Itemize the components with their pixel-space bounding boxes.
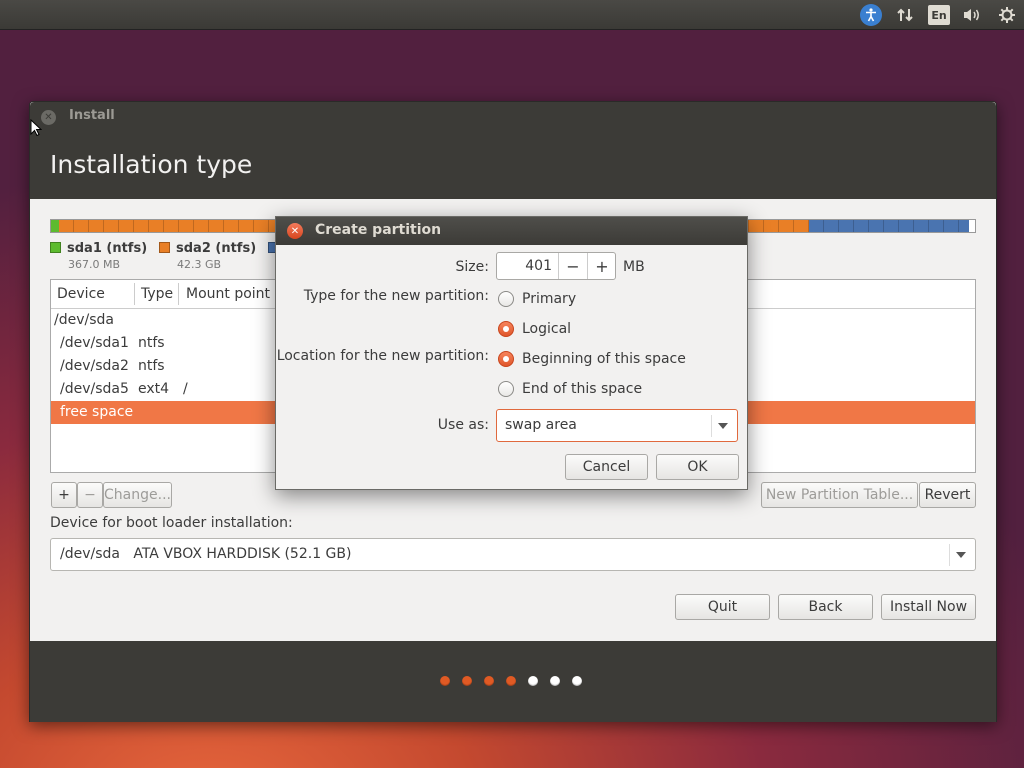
dialog-title: Create partition xyxy=(315,222,442,238)
type-logical-radio[interactable]: Logical xyxy=(498,321,571,337)
step-dot xyxy=(550,676,560,686)
dialog-header: ✕ Create partition xyxy=(276,217,747,245)
volume-icon[interactable] xyxy=(960,3,984,27)
size-stepper: 401 − + xyxy=(496,252,616,280)
chevron-down-icon xyxy=(956,552,966,558)
use-as-label: Use as: xyxy=(437,417,489,433)
use-as-select[interactable]: swap area xyxy=(496,409,738,442)
legend-item-sda1: sda1 (ntfs) 367.0 MB xyxy=(50,241,147,271)
bootloader-label: Device for boot loader installation: xyxy=(50,515,293,531)
step-dot xyxy=(484,676,494,686)
chevron-down-icon xyxy=(718,423,728,429)
cancel-button[interactable]: Cancel xyxy=(565,454,648,480)
location-beginning-radio[interactable]: Beginning of this space xyxy=(498,351,686,367)
keyboard-layout-indicator[interactable]: En xyxy=(928,5,950,25)
new-partition-table-button[interactable]: New Partition Table... xyxy=(761,482,918,508)
location-label: Location for the new partition: xyxy=(276,348,489,364)
network-icon[interactable] xyxy=(893,3,917,27)
step-dot xyxy=(572,676,582,686)
column-header-device[interactable]: Device xyxy=(57,286,105,302)
top-panel: En xyxy=(0,0,1024,30)
add-partition-button[interactable]: + xyxy=(51,482,77,508)
size-increase-button[interactable]: + xyxy=(587,253,616,279)
window-close-icon[interactable]: ✕ xyxy=(41,110,56,125)
step-dot xyxy=(462,676,472,686)
remove-partition-button[interactable]: − xyxy=(77,482,103,508)
step-dot xyxy=(528,676,538,686)
ok-button[interactable]: OK xyxy=(656,454,739,480)
size-input[interactable]: 401 xyxy=(497,258,552,274)
step-progress xyxy=(440,676,582,686)
window-header: ✕ Install Installation type xyxy=(30,102,996,199)
legend-item-sda2: sda2 (ntfs) 42.3 GB xyxy=(159,241,256,271)
create-partition-dialog: ✕ Create partition Size: 401 − + MB Type… xyxy=(275,216,748,490)
install-now-button[interactable]: Install Now xyxy=(881,594,976,620)
step-dot xyxy=(440,676,450,686)
partition-segment-sda5 xyxy=(809,220,969,232)
mouse-cursor-icon xyxy=(30,119,42,137)
revert-button[interactable]: Revert xyxy=(919,482,976,508)
size-unit: MB xyxy=(623,259,645,275)
gear-icon[interactable] xyxy=(995,3,1019,27)
type-primary-radio[interactable]: Primary xyxy=(498,291,576,307)
column-header-type[interactable]: Type xyxy=(141,286,173,302)
accessibility-icon[interactable] xyxy=(860,4,882,26)
size-decrease-button[interactable]: − xyxy=(558,253,587,279)
window-footer xyxy=(30,641,996,722)
column-header-mount[interactable]: Mount point xyxy=(186,286,270,302)
window-title: Install xyxy=(69,108,115,123)
change-partition-button[interactable]: Change... xyxy=(103,482,172,508)
size-label: Size: xyxy=(455,259,489,275)
back-button[interactable]: Back xyxy=(778,594,873,620)
type-label: Type for the new partition: xyxy=(303,288,489,304)
location-end-radio[interactable]: End of this space xyxy=(498,381,642,397)
dialog-close-icon[interactable]: ✕ xyxy=(287,223,303,239)
legend-swatch xyxy=(159,242,170,253)
quit-button[interactable]: Quit xyxy=(675,594,770,620)
bootloader-device-select[interactable]: /dev/sda ATA VBOX HARDDISK (52.1 GB) xyxy=(50,538,976,571)
step-dot xyxy=(506,676,516,686)
partition-segment-sda1 xyxy=(51,220,59,232)
page-title: Installation type xyxy=(50,150,253,179)
legend-swatch xyxy=(50,242,61,253)
